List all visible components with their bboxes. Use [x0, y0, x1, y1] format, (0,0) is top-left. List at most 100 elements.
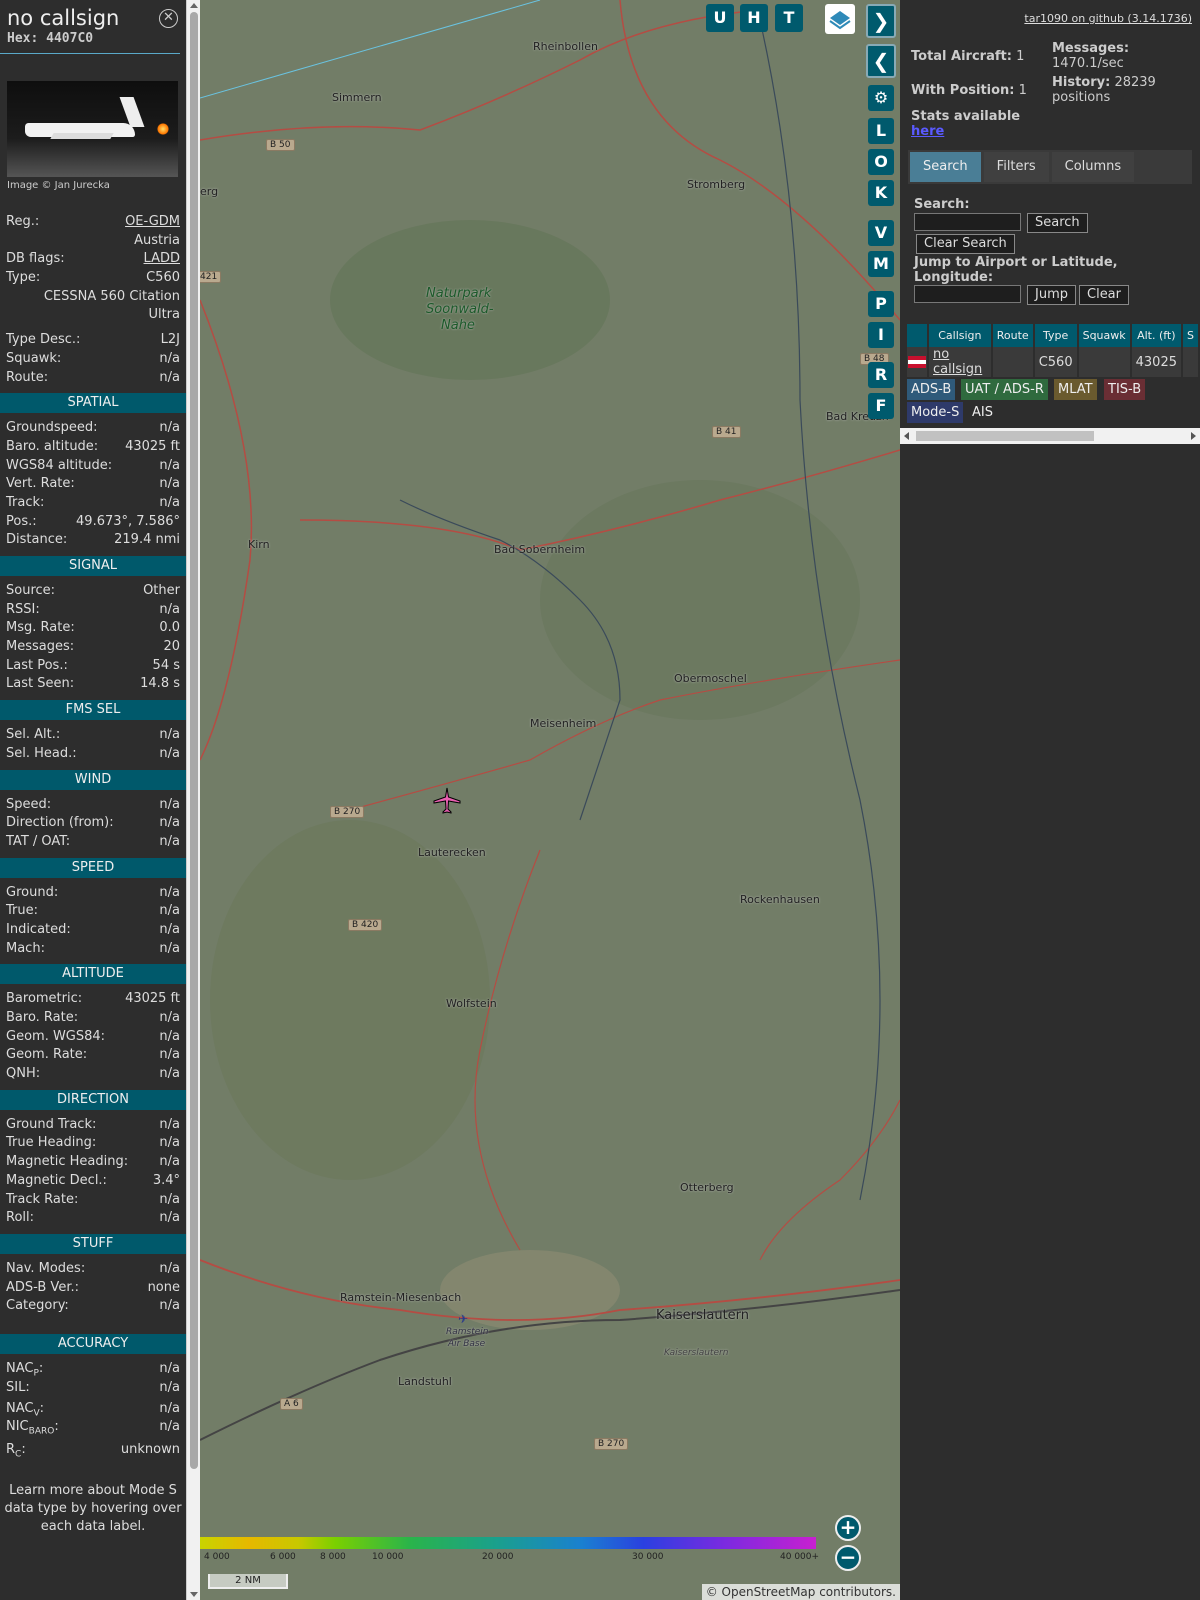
- jump-button[interactable]: Jump: [1027, 285, 1076, 305]
- info-label[interactable]: Magnetic Decl.:: [6, 1172, 107, 1191]
- search-input[interactable]: [914, 213, 1021, 231]
- info-value: 49.673°, 7.586°: [76, 513, 180, 529]
- gear-icon[interactable]: ⚙: [868, 85, 894, 111]
- scroll-left-icon[interactable]: [904, 432, 909, 440]
- chevron-right-icon[interactable]: ❯: [866, 4, 896, 38]
- info-label[interactable]: Distance:: [6, 531, 67, 550]
- toggle-p-button[interactable]: P: [868, 291, 894, 317]
- sil-label[interactable]: SIL:: [6, 1379, 30, 1400]
- info-label[interactable]: Last Seen:: [6, 675, 74, 694]
- info-label[interactable]: Indicated:: [6, 921, 71, 940]
- clear-button[interactable]: Clear: [1079, 285, 1129, 305]
- info-label[interactable]: Sel. Alt.:: [6, 726, 60, 745]
- scrollbar-thumb[interactable]: [190, 12, 198, 1469]
- reg-link[interactable]: OE-GDM: [125, 213, 180, 232]
- toggle-l-button[interactable]: L: [868, 118, 894, 144]
- toggle-f-button[interactable]: F: [868, 393, 894, 419]
- info-label[interactable]: Category:: [6, 1297, 69, 1316]
- info-label[interactable]: Messages:: [6, 638, 74, 657]
- info-label[interactable]: Vert. Rate:: [6, 475, 75, 494]
- info-label[interactable]: Barometric:: [6, 990, 82, 1009]
- aircraft-marker-icon[interactable]: [432, 786, 462, 816]
- toggle-o-button[interactable]: O: [868, 149, 894, 175]
- col-altitude[interactable]: Alt. (ft): [1130, 324, 1184, 347]
- scroll-right-icon[interactable]: [1191, 432, 1196, 440]
- col-squawk[interactable]: Squawk: [1077, 324, 1132, 347]
- chevron-left-icon[interactable]: ❮: [866, 44, 896, 78]
- info-label[interactable]: Speed:: [6, 796, 51, 815]
- info-label[interactable]: Roll:: [6, 1209, 34, 1228]
- scrollbar-thumb[interactable]: [916, 431, 1094, 441]
- jump-input[interactable]: [914, 285, 1021, 303]
- toggle-k-button[interactable]: K: [868, 180, 894, 206]
- info-label[interactable]: Nav. Modes:: [6, 1260, 85, 1279]
- toggle-h-button[interactable]: H: [740, 4, 768, 32]
- info-label[interactable]: Baro. Rate:: [6, 1009, 78, 1028]
- messages-stat: Messages: 1470.1/sec: [1052, 41, 1130, 71]
- scroll-up-icon[interactable]: [190, 3, 198, 8]
- search-button[interactable]: Search: [1027, 213, 1088, 233]
- zoom-out-icon[interactable]: −: [835, 1545, 861, 1571]
- stats-link[interactable]: here: [911, 124, 944, 139]
- aircraft-photo[interactable]: [7, 81, 178, 177]
- info-label[interactable]: QNH:: [6, 1065, 40, 1084]
- info-label[interactable]: ADS-B Ver.:: [6, 1279, 79, 1298]
- info-label[interactable]: Geom. Rate:: [6, 1046, 87, 1065]
- info-label[interactable]: Pos.:: [6, 513, 37, 532]
- tab-search[interactable]: Search: [910, 152, 981, 182]
- toggle-t-button[interactable]: T: [775, 4, 803, 32]
- toggle-u-button[interactable]: U: [706, 4, 734, 32]
- clear-search-button[interactable]: Clear Search: [916, 234, 1015, 254]
- tab-filters[interactable]: Filters: [983, 152, 1049, 182]
- info-label[interactable]: True:: [6, 902, 38, 921]
- nicbaro-label[interactable]: NICBARO:: [6, 1418, 59, 1441]
- dbflags-link[interactable]: LADD: [144, 250, 180, 269]
- info-label[interactable]: Track Rate:: [6, 1191, 78, 1210]
- toggle-m-button[interactable]: M: [868, 251, 894, 277]
- nacv-label[interactable]: NACV:: [6, 1400, 44, 1419]
- info-label[interactable]: Groundspeed:: [6, 419, 97, 438]
- table-horizontal-scrollbar[interactable]: [900, 428, 1200, 444]
- row-callsign[interactable]: no callsign: [928, 347, 993, 377]
- type-value: C560: [146, 270, 180, 286]
- info-label[interactable]: RSSI:: [6, 601, 40, 620]
- info-label[interactable]: Geom. WGS84:: [6, 1028, 105, 1047]
- col-flag[interactable]: [907, 324, 929, 347]
- toggle-r-button[interactable]: R: [868, 362, 894, 388]
- layers-icon[interactable]: [825, 4, 855, 34]
- close-icon[interactable]: ✕: [159, 9, 178, 28]
- nacp-label[interactable]: NACP:: [6, 1360, 43, 1379]
- zoom-in-icon[interactable]: +: [835, 1515, 861, 1541]
- info-label[interactable]: Mach:: [6, 940, 45, 959]
- info-label[interactable]: Magnetic Heading:: [6, 1153, 128, 1172]
- info-label[interactable]: Source:: [6, 582, 55, 601]
- info-label[interactable]: Last Pos.:: [6, 657, 68, 676]
- map-attribution[interactable]: © OpenStreetMap contributors.: [701, 1584, 900, 1600]
- info-label[interactable]: TAT / OAT:: [6, 833, 70, 852]
- col-callsign[interactable]: Callsign: [928, 324, 993, 347]
- info-label[interactable]: Sel. Head.:: [6, 745, 77, 764]
- info-label[interactable]: Msg. Rate:: [6, 619, 75, 638]
- info-label[interactable]: Direction (from):: [6, 814, 114, 833]
- rc-label[interactable]: RC:: [6, 1441, 26, 1464]
- github-link[interactable]: tar1090 on github (3.14.1736): [1024, 12, 1192, 25]
- info-label[interactable]: True Heading:: [6, 1134, 96, 1153]
- info-label[interactable]: Ground:: [6, 884, 58, 903]
- col-route[interactable]: Route: [991, 324, 1035, 347]
- map-canvas[interactable]: Rheinbollen Simmern Stromberg Naturpark …: [200, 0, 900, 1600]
- table-row[interactable]: no callsign C560 43025: [907, 347, 1200, 377]
- toggle-i-button[interactable]: I: [868, 322, 894, 348]
- col-speed[interactable]: S: [1182, 324, 1200, 347]
- infoblock-scrollbar[interactable]: [186, 0, 200, 1600]
- map-place: Ramstein: [446, 1327, 489, 1337]
- dbflags-row: DB flags: LADD: [0, 250, 186, 269]
- col-type[interactable]: Type: [1033, 324, 1079, 347]
- info-label[interactable]: Ground Track:: [6, 1116, 96, 1135]
- toggle-v-button[interactable]: V: [868, 220, 894, 246]
- tab-columns[interactable]: Columns: [1051, 152, 1135, 182]
- scroll-down-icon[interactable]: [190, 1592, 198, 1597]
- info-label[interactable]: Track:: [6, 494, 44, 513]
- info-label[interactable]: WGS84 altitude:: [6, 457, 112, 476]
- info-label[interactable]: Baro. altitude:: [6, 438, 98, 457]
- map-place: Rheinbollen: [533, 40, 598, 53]
